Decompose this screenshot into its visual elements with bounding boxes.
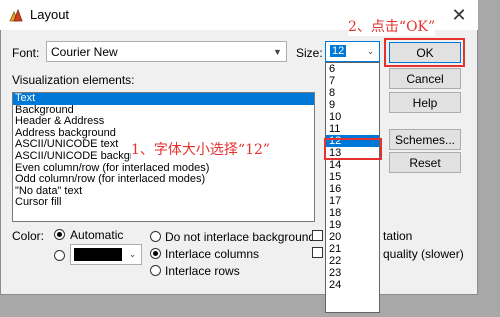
chevron-down-icon: ▼: [273, 46, 282, 57]
reset-button[interactable]: Reset: [389, 152, 461, 173]
window-title: Layout: [30, 7, 70, 22]
custom-color-radio[interactable]: [54, 250, 65, 261]
interlace-rows-label: Interlace rows: [165, 264, 240, 278]
size-option[interactable]: 19: [326, 219, 379, 231]
chevron-down-icon: ⌄: [366, 46, 375, 56]
automatic-radio[interactable]: [54, 229, 65, 240]
size-option[interactable]: 6: [326, 63, 379, 75]
size-option[interactable]: 10: [326, 111, 379, 123]
size-select-value: 12: [330, 45, 347, 57]
size-option[interactable]: 21: [326, 243, 379, 255]
cancel-button[interactable]: Cancel: [389, 68, 461, 89]
annotation-step-1: 1、字体大小选择“12”: [131, 139, 271, 159]
list-item[interactable]: Text: [13, 93, 314, 105]
option-checkbox-2-label: quality (slower): [383, 247, 464, 261]
size-option[interactable]: 16: [326, 183, 379, 195]
size-label: Size:: [296, 46, 323, 60]
app-icon: [8, 8, 24, 22]
interlace-columns-label: Interlace columns: [165, 247, 260, 261]
chevron-down-icon: ⌄: [128, 249, 137, 259]
size-12-highlight-box: [324, 138, 382, 160]
automatic-label: Automatic: [70, 228, 124, 242]
size-option[interactable]: 15: [326, 171, 379, 183]
list-item[interactable]: Cursor fill: [13, 197, 314, 209]
option-checkbox-1[interactable]: [312, 230, 323, 241]
size-option[interactable]: 18: [326, 207, 379, 219]
size-option[interactable]: 17: [326, 195, 379, 207]
font-label: Font:: [12, 46, 40, 60]
size-option[interactable]: 23: [326, 267, 379, 279]
size-option[interactable]: 24: [326, 279, 379, 291]
size-option[interactable]: 14: [326, 159, 379, 171]
interlace-columns-radio[interactable]: [150, 248, 161, 259]
size-option[interactable]: 20: [326, 231, 379, 243]
list-item[interactable]: Odd column/row (for interlaced modes): [13, 174, 314, 186]
font-select-value: Courier New: [51, 45, 118, 59]
size-option[interactable]: 8: [326, 87, 379, 99]
color-label: Color:: [12, 229, 45, 243]
size-option[interactable]: 22: [326, 255, 379, 267]
annotation-step-2: 2、点击“OK”: [348, 16, 436, 36]
visualization-label: Visualization elements:: [12, 73, 135, 87]
size-option[interactable]: 7: [326, 75, 379, 87]
color-picker[interactable]: ⌄: [70, 244, 142, 265]
size-dropdown-list[interactable]: 6 7 8 9 10 11 12 13 14 15 16 17 18 19 20…: [325, 62, 380, 313]
size-option[interactable]: 11: [326, 123, 379, 135]
help-button[interactable]: Help: [389, 92, 461, 113]
interlace-rows-radio[interactable]: [150, 265, 161, 276]
option-checkbox-2[interactable]: [312, 247, 323, 258]
font-select[interactable]: Courier New ▼: [46, 41, 287, 62]
no-interlace-label: Do not interlace background: [165, 230, 316, 244]
no-interlace-radio[interactable]: [150, 231, 161, 242]
ok-highlight-box: [384, 38, 465, 67]
size-option[interactable]: 9: [326, 99, 379, 111]
schemes-button[interactable]: Schemes...: [389, 129, 461, 150]
color-swatch: [74, 248, 122, 261]
option-checkbox-1-label: tation: [383, 229, 413, 243]
close-icon[interactable]: ✕: [445, 3, 473, 27]
size-select[interactable]: 12 ⌄: [325, 41, 380, 62]
